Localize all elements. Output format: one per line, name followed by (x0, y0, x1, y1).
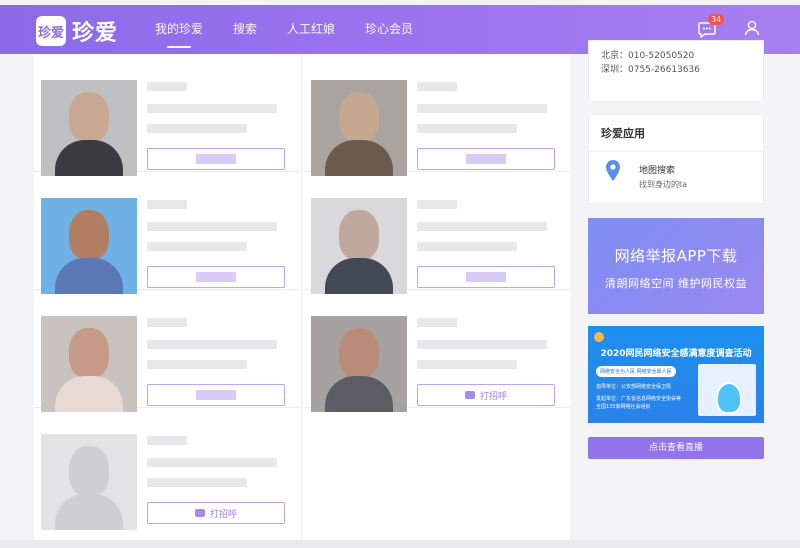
profile-bio (417, 360, 517, 369)
greet-button[interactable] (147, 266, 285, 288)
survey-organizer: 发起单位：广东省信息网络安全协会等 (596, 396, 682, 402)
logo-text: 珍爱 (72, 21, 119, 46)
profile-card[interactable] (304, 54, 570, 176)
profile-name (147, 200, 187, 209)
survey-title: 2020网民网络安全感满意度调查活动 (600, 349, 752, 359)
greet-button-label (466, 154, 506, 164)
app-subtitle: 找到身边的ta (639, 180, 688, 189)
profile-card[interactable] (304, 172, 570, 294)
profile-photo[interactable] (41, 316, 137, 412)
profile-card[interactable] (34, 54, 300, 176)
messages-button[interactable]: 34 (698, 13, 725, 38)
greet-button-label (196, 154, 236, 164)
chat-bubble-icon (194, 509, 205, 517)
report-app-banner[interactable]: 网络举报APP下载 清朗网络空间 维护网民权益 (588, 218, 764, 314)
profile-name (417, 318, 457, 327)
profile-photo[interactable] (311, 316, 407, 412)
contact-shenzhen: 深圳：0755-26613636 (601, 65, 700, 75)
nav-item-my-zhenai[interactable]: 我的珍爱 (155, 5, 203, 54)
greet-button[interactable]: 打招呼 (147, 502, 285, 524)
profile-info (147, 222, 277, 231)
user-icon (744, 20, 760, 35)
greet-button[interactable]: 打招呼 (417, 384, 555, 406)
mascot-icon (716, 382, 742, 414)
profile-photo[interactable] (41, 434, 137, 530)
profile-bio (417, 124, 517, 133)
map-pin-icon (606, 160, 620, 181)
profile-info (417, 340, 547, 349)
contact-beijing: 北京：010-52050520 (601, 51, 695, 61)
survey-organizer-count: 全国135家网络社会组织 (596, 404, 651, 410)
profile-card[interactable] (34, 172, 300, 294)
profile-bio (417, 242, 517, 251)
profile-photo[interactable] (41, 80, 137, 176)
report-banner-title: 网络举报APP下载 (614, 247, 738, 265)
chat-bubble-icon (464, 391, 475, 399)
profile-name (147, 318, 187, 327)
nav-item-matchmaker[interactable]: 人工红娘 (287, 5, 335, 54)
photo-face (339, 210, 379, 260)
profile-bio (147, 360, 247, 369)
profile-card[interactable] (34, 290, 300, 412)
profile-info (147, 458, 277, 467)
profile-bio (147, 124, 247, 133)
user-button[interactable] (744, 20, 760, 40)
logo[interactable]: 珍爱 珍爱 (36, 15, 118, 47)
apps-box: 珍爱应用 地图搜索 找到身边的ta (588, 114, 764, 204)
survey-slogan: 网络安全为人民 网络安全靠人民 (596, 366, 676, 377)
greet-button-label: 打招呼 (479, 391, 507, 402)
profile-bio (147, 242, 247, 251)
recommend-list: 打招呼 打招呼 (34, 54, 570, 540)
profile-card[interactable]: 打招呼 (34, 408, 300, 530)
app-map-search[interactable]: 地图搜索 找到身边的ta (605, 159, 687, 190)
message-count-badge: 34 (708, 13, 725, 25)
profile-name (147, 82, 187, 91)
main-nav: 我的珍爱 搜索 人工红娘 珍心会员 (155, 5, 443, 54)
greet-button-label (196, 272, 236, 282)
profile-info (417, 104, 547, 113)
contact-box: 北京：010-52050520 深圳：0755-26613636 (588, 40, 764, 102)
profile-card[interactable]: 打招呼 (304, 290, 570, 412)
greet-button-label: 打招呼 (209, 509, 237, 520)
greet-button-label (196, 390, 236, 400)
profile-bio (147, 478, 247, 487)
photo-face (339, 328, 379, 378)
profile-photo[interactable] (311, 198, 407, 294)
report-banner-subtitle: 清朗网络空间 维护网民权益 (605, 277, 747, 290)
nav-item-membership[interactable]: 珍心会员 (365, 5, 413, 54)
greet-button[interactable] (417, 148, 555, 170)
logo-badge: 珍爱 (36, 16, 66, 46)
greet-button[interactable] (147, 148, 285, 170)
profile-info (147, 340, 277, 349)
photo-face (69, 210, 109, 260)
profile-info (147, 104, 277, 113)
survey-banner[interactable]: 2020网民网络安全感满意度调查活动 网络安全为人民 网络安全靠人民 指导单位：… (588, 326, 764, 423)
apps-title: 珍爱应用 (589, 115, 763, 152)
profile-photo[interactable] (41, 198, 137, 294)
nav-item-search[interactable]: 搜索 (233, 5, 257, 54)
app-name: 地图搜索 (639, 166, 676, 176)
profile-name (147, 436, 187, 445)
profile-name (417, 200, 457, 209)
photo-face (69, 446, 109, 496)
greet-button-label (466, 272, 506, 282)
profile-name (417, 82, 457, 91)
greet-button[interactable] (417, 266, 555, 288)
survey-guide-unit: 指导单位：公安部网络安全保卫局 (596, 384, 672, 390)
photo-face (69, 328, 109, 378)
profile-info (417, 222, 547, 231)
page-footer-strip (0, 540, 800, 548)
photo-face (339, 92, 379, 142)
watch-live-button[interactable]: 点击查看直播 (588, 437, 764, 459)
photo-face (69, 92, 109, 142)
badge-icon (594, 332, 604, 342)
greet-button[interactable] (147, 384, 285, 406)
profile-photo[interactable] (311, 80, 407, 176)
